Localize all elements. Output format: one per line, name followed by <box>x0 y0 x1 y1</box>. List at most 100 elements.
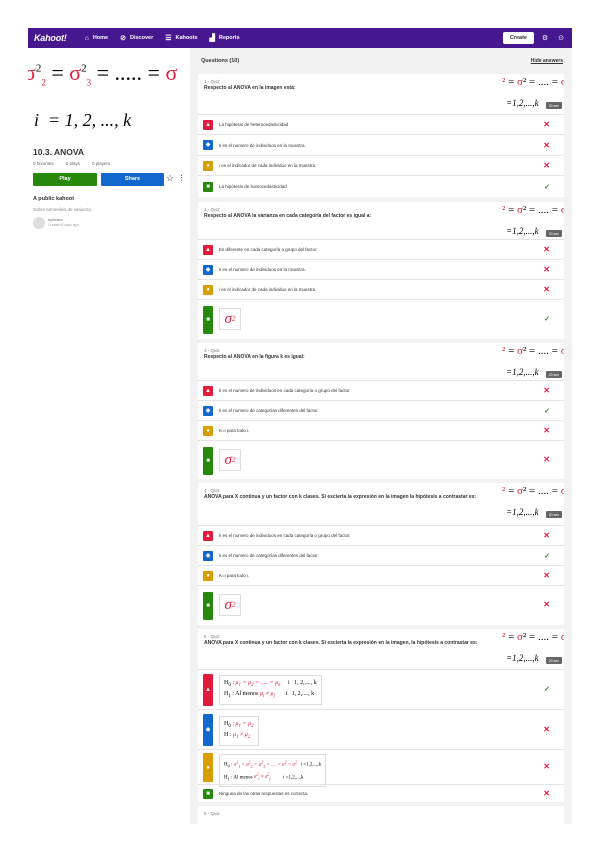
circle-icon: ● <box>203 426 213 436</box>
share-button[interactable]: Share <box>101 173 164 186</box>
nav-reports-label: Reports <box>218 35 240 41</box>
question-card[interactable]: 2 - Quiz Respecto al ANOVA la varianza e… <box>198 202 564 339</box>
triangle-icon: ▲ <box>203 120 213 130</box>
visibility-label: A public kahoot <box>33 196 75 202</box>
answer-row: ▲ H0 : μ1 = μ2 = ..... = μk i 1, 2,....,… <box>198 669 564 709</box>
incorrect-icon: ✕ <box>543 600 550 609</box>
incorrect-icon: ✕ <box>543 762 550 771</box>
compass-icon: ⊘ <box>120 35 126 42</box>
answer-row: ● i es el indicador de cada individuo en… <box>198 279 564 299</box>
answer-text: i es el indicador de cada individuo en l… <box>219 287 317 292</box>
more-options-icon[interactable]: ⋮ <box>178 174 185 182</box>
question-text: ANOVA para X continua y un factor con k … <box>204 494 477 500</box>
answer-text: k es el numero de individuos en cada cat… <box>219 388 351 393</box>
answer-image-sigma: σ2 <box>219 449 241 471</box>
help-icon[interactable]: ⊙ <box>556 34 566 42</box>
question-card[interactable]: 6 - Quiz <box>198 806 564 824</box>
circle-icon: ● <box>203 753 213 782</box>
question-text: Respecto al ANOVA en la figura k es igua… <box>204 354 305 360</box>
questions-count: Questions (10) <box>201 58 240 64</box>
correct-icon: ✓ <box>544 316 550 323</box>
question-type: 4 - Quiz <box>204 488 220 493</box>
question-thumbnail: ² = σ² = .... = σ =1,2,...,k 20 sec <box>502 345 564 378</box>
square-icon: ■ <box>203 789 213 799</box>
answer-text: La hipótesis de homocedasticidad <box>219 184 287 189</box>
kahoot-logo[interactable]: Kahoot! <box>34 33 67 43</box>
nav-discover[interactable]: ⊘ Discover <box>120 34 153 42</box>
answer-text: k es el numero de individuos en cada cat… <box>219 533 351 538</box>
cover-equation: σ22 = σ23 = ..... = σ <box>28 60 178 88</box>
incorrect-icon: ✕ <box>543 245 550 254</box>
answer-row: ● K=i para todo i. ✕ <box>198 420 564 440</box>
answer-text: k es el numero de categorías diferentes … <box>219 553 319 558</box>
answer-row: ◆ k es el numero de categorías diferente… <box>198 545 564 565</box>
question-card[interactable]: 1 - Quiz Respecto al ANOVA en la imagen … <box>198 74 564 197</box>
answer-row: ■ σ2 ✓ <box>198 299 564 339</box>
favorites-count: 0 favorites <box>33 161 54 166</box>
question-type: 5 - Quiz <box>204 634 220 639</box>
incorrect-icon: ✕ <box>543 531 550 540</box>
question-thumbnail: ² = σ² = .... = σ =1,2,...,k 20 sec <box>502 631 564 664</box>
answer-text: K=i para todo i. <box>219 573 250 578</box>
nav-home[interactable]: ⌂ Home <box>85 35 109 42</box>
settings-icon[interactable]: ⚙ <box>540 34 550 42</box>
answer-row: ◆ H0 : μ1 = μ2 H : μ1 ≠ μ2 ✕ <box>198 709 564 749</box>
answer-text: Es diferente en cada categoría o grupo d… <box>219 247 318 252</box>
answer-row: ▲ La hipótesis de heterocedasticidad ✕ <box>198 114 564 134</box>
square-icon: ■ <box>203 447 213 475</box>
time-badge: 20 sec <box>545 657 562 664</box>
question-type: 1 - Quiz <box>204 79 220 84</box>
players-count: 0 players <box>92 161 111 166</box>
questions-panel: Questions (10) Hide answers 1 - Quiz Res… <box>190 48 572 824</box>
diamond-icon: ◆ <box>203 551 213 561</box>
incorrect-icon: ✕ <box>543 141 550 150</box>
answer-row: ◆ k es el numero de individuos en la mue… <box>198 259 564 279</box>
incorrect-icon: ✕ <box>543 789 550 798</box>
incorrect-icon: ✕ <box>543 426 550 435</box>
create-button[interactable]: Create <box>502 32 534 44</box>
question-thumbnail: ² = σ² = .... = σ =1,2,...,k 20 sec <box>502 76 564 109</box>
answer-text: k es el numero de categorías diferentes … <box>219 408 319 413</box>
answer-row: ■ σ2 ✕ <box>198 440 564 479</box>
incorrect-icon: ✕ <box>543 386 550 395</box>
diamond-icon: ◆ <box>203 714 213 746</box>
answer-image-sigma: σ2 <box>219 594 241 616</box>
nav-reports[interactable]: ▟ Reports <box>210 34 240 42</box>
question-text: Respecto al ANOVA en la imagen está: <box>204 85 296 91</box>
time-badge: 20 sec <box>545 511 562 518</box>
correct-icon: ✓ <box>544 553 550 560</box>
home-icon: ⌂ <box>84 34 89 42</box>
author-name[interactable]: rsprimero <box>48 218 63 222</box>
incorrect-icon: ✕ <box>543 455 550 464</box>
answer-row: ▲ k es el numero de individuos en cada c… <box>198 525 564 545</box>
nav-home-label: Home <box>92 35 109 41</box>
created-date: Created 6 days ago <box>48 223 79 227</box>
question-thumbnail: ² = σ² = .... = σ =1,2,...,k 20 sec <box>502 485 564 518</box>
play-button[interactable]: Play <box>33 173 97 186</box>
answer-row: ● H0 : σ21 = σ22 = σ23 = .... = σ2 = σ2 … <box>198 749 564 788</box>
diamond-icon: ◆ <box>203 140 213 150</box>
answer-image-sigma: σ2 <box>219 308 241 330</box>
avatar[interactable] <box>33 217 45 229</box>
answer-row: ● i es el indicador de cada individuo en… <box>198 155 564 175</box>
cover-index-equation: i = 1, 2, ..., k <box>34 110 132 130</box>
answer-text: Ninguna de las otras respuestas es corre… <box>219 791 309 796</box>
hide-answers-button[interactable]: Hide answers <box>531 58 563 64</box>
diamond-icon: ◆ <box>203 406 213 416</box>
question-card[interactable]: 3 - Quiz Respecto al ANOVA en la figura … <box>198 343 564 479</box>
question-card[interactable]: 4 - Quiz ANOVA para X continua y un fact… <box>198 483 564 625</box>
question-card[interactable]: 5 - Quiz ANOVA para X continua y un fact… <box>198 629 564 802</box>
circle-icon: ● <box>203 571 213 581</box>
answer-row: ◆ k es el numero de individuos en la mue… <box>198 134 564 155</box>
answer-row: ◆ k es el numero de categorías diferente… <box>198 400 564 420</box>
answer-text: K=i para todo i. <box>219 428 250 433</box>
incorrect-icon: ✕ <box>543 571 550 580</box>
incorrect-icon: ✕ <box>543 265 550 274</box>
answer-row: ▲ k es el numero de individuos en cada c… <box>198 380 564 400</box>
circle-icon: ● <box>203 285 213 295</box>
nav-kahoots[interactable]: ☰ Kahoots <box>165 34 197 42</box>
triangle-icon: ▲ <box>203 386 213 396</box>
star-icon[interactable]: ☆ <box>166 173 174 184</box>
answer-row: ■ La hipótesis de homocedasticidad ✓ <box>198 175 564 197</box>
time-badge: 20 sec <box>545 230 562 237</box>
